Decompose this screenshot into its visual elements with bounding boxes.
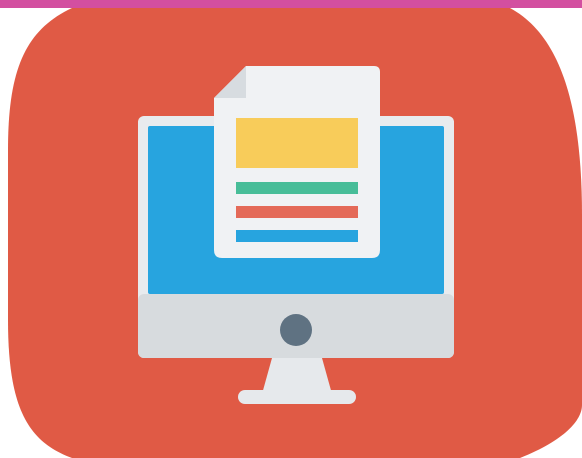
monitor-stand-neck [262,358,332,394]
document-line-green [236,182,358,194]
computer-document-illustration [0,0,582,458]
power-button-icon [280,314,312,346]
document-line-blue [236,230,358,242]
document-line-red [236,206,358,218]
computer-document-icon [8,8,582,458]
monitor-stand-base [238,390,356,404]
document-header-block [236,118,358,168]
